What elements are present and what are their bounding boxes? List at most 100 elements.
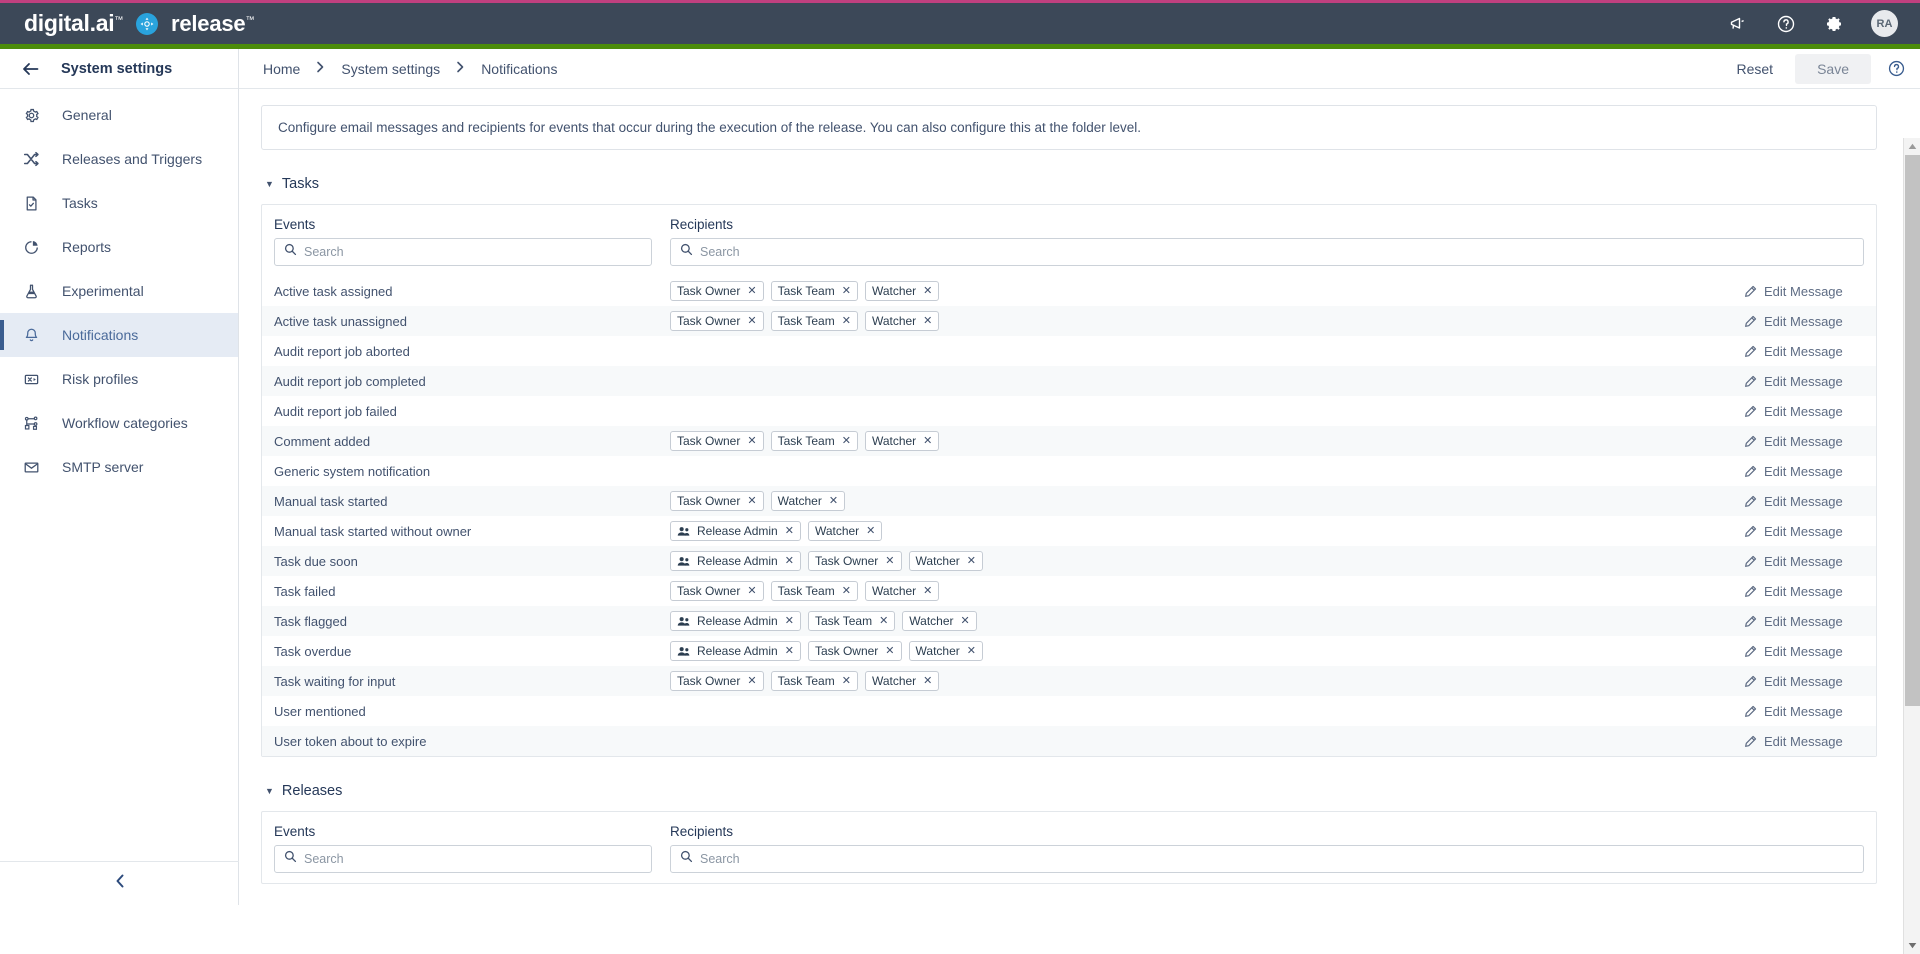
recipients-cell[interactable]: Task Owner✕Watcher✕ bbox=[670, 488, 1744, 514]
chip-remove-icon[interactable]: ✕ bbox=[923, 286, 932, 297]
recipients-cell[interactable] bbox=[670, 708, 1744, 714]
recipient-chip[interactable]: Release Admin✕ bbox=[670, 521, 801, 541]
edit-message-button[interactable]: Edit Message bbox=[1744, 284, 1876, 299]
chip-remove-icon[interactable]: ✕ bbox=[842, 676, 851, 687]
sidebar-item-releases-and-triggers[interactable]: Releases and Triggers bbox=[0, 137, 238, 181]
chip-remove-icon[interactable]: ✕ bbox=[879, 616, 888, 627]
recipient-chip[interactable]: Task Team✕ bbox=[771, 431, 858, 451]
chip-remove-icon[interactable]: ✕ bbox=[885, 646, 894, 657]
recipient-chip[interactable]: Watcher✕ bbox=[865, 431, 939, 451]
recipient-chip[interactable]: Release Admin✕ bbox=[670, 611, 801, 631]
edit-message-button[interactable]: Edit Message bbox=[1744, 554, 1876, 569]
edit-message-button[interactable]: Edit Message bbox=[1744, 344, 1876, 359]
recipient-chip[interactable]: Task Team✕ bbox=[771, 311, 858, 331]
recipient-chip[interactable]: Task Owner✕ bbox=[670, 431, 764, 451]
chip-remove-icon[interactable]: ✕ bbox=[785, 556, 794, 567]
chip-remove-icon[interactable]: ✕ bbox=[842, 436, 851, 447]
sidebar-collapse-button[interactable] bbox=[0, 861, 239, 905]
recipients-cell[interactable]: Task Owner✕ Task Team✕ Watcher✕ bbox=[670, 428, 1744, 454]
scroll-down-arrow-icon[interactable] bbox=[1904, 937, 1920, 954]
chip-remove-icon[interactable]: ✕ bbox=[747, 286, 756, 297]
recipient-chip[interactable]: Task Owner✕ bbox=[670, 491, 764, 511]
recipient-chip[interactable]: Task Owner✕ bbox=[808, 551, 902, 571]
recipients-search-input[interactable]: Search bbox=[670, 238, 1864, 266]
sidebar-item-notifications[interactable]: Notifications bbox=[0, 313, 238, 357]
avatar[interactable]: RA bbox=[1871, 10, 1898, 37]
recipients-cell[interactable] bbox=[670, 738, 1744, 744]
settings-scroll-area[interactable]: Configure email messages and recipients … bbox=[239, 89, 1920, 905]
recipients-cell[interactable]: Release Admin✕Task Owner✕Watcher✕ bbox=[670, 548, 1744, 574]
chip-remove-icon[interactable]: ✕ bbox=[967, 556, 976, 567]
chip-remove-icon[interactable]: ✕ bbox=[923, 316, 932, 327]
breadcrumb-item-home[interactable]: Home bbox=[263, 61, 300, 77]
sidebar-item-smtp-server[interactable]: SMTP server bbox=[0, 445, 238, 489]
edit-message-button[interactable]: Edit Message bbox=[1744, 614, 1876, 629]
save-button[interactable]: Save bbox=[1795, 54, 1871, 84]
chip-remove-icon[interactable]: ✕ bbox=[747, 586, 756, 597]
sidebar-item-experimental[interactable]: Experimental bbox=[0, 269, 238, 313]
help-circle-icon[interactable] bbox=[1775, 13, 1797, 35]
announcements-icon[interactable] bbox=[1727, 13, 1749, 35]
recipient-chip[interactable]: Watcher✕ bbox=[865, 581, 939, 601]
section-header-tasks[interactable]: ▼ Tasks bbox=[265, 176, 1877, 192]
chip-remove-icon[interactable]: ✕ bbox=[829, 496, 838, 507]
recipient-chip[interactable]: Watcher✕ bbox=[808, 521, 882, 541]
recipients-cell[interactable]: Task Owner✕Task Team✕Watcher✕ bbox=[670, 308, 1744, 334]
recipients-cell[interactable]: Task Owner✕Task Team✕Watcher✕ bbox=[670, 278, 1744, 304]
arrow-left-icon[interactable] bbox=[22, 62, 39, 76]
recipients-cell[interactable] bbox=[670, 468, 1744, 474]
chip-remove-icon[interactable]: ✕ bbox=[923, 586, 932, 597]
chip-remove-icon[interactable]: ✕ bbox=[747, 676, 756, 687]
edit-message-button[interactable]: Edit Message bbox=[1744, 314, 1876, 329]
sidebar-item-reports[interactable]: Reports bbox=[0, 225, 238, 269]
sidebar-item-general[interactable]: General bbox=[0, 93, 238, 137]
recipient-chip[interactable]: Watcher✕ bbox=[865, 281, 939, 301]
edit-message-button[interactable]: Edit Message bbox=[1744, 404, 1876, 419]
recipients-cell[interactable]: Task Owner✕ Task Team✕ Watcher✕ bbox=[670, 668, 1744, 694]
chip-remove-icon[interactable]: ✕ bbox=[842, 286, 851, 297]
events-search-input[interactable]: Search bbox=[274, 238, 652, 266]
scrollbar-thumb[interactable] bbox=[1905, 155, 1920, 706]
chip-remove-icon[interactable]: ✕ bbox=[866, 526, 875, 537]
edit-message-button[interactable]: Edit Message bbox=[1744, 374, 1876, 389]
recipient-chip[interactable]: Task Owner✕ bbox=[670, 311, 764, 331]
gear-icon[interactable] bbox=[1823, 13, 1845, 35]
recipient-chip[interactable]: Task Team✕ bbox=[771, 581, 858, 601]
chip-remove-icon[interactable]: ✕ bbox=[961, 616, 970, 627]
edit-message-button[interactable]: Edit Message bbox=[1744, 734, 1876, 749]
breadcrumb-item-system-settings[interactable]: System settings bbox=[341, 61, 440, 77]
section-header-releases[interactable]: ▼ Releases bbox=[265, 783, 1877, 799]
recipient-chip[interactable]: Watcher✕ bbox=[902, 611, 976, 631]
recipients-cell[interactable]: Release Admin✕Task Owner✕Watcher✕ bbox=[670, 638, 1744, 664]
recipient-chip[interactable]: Watcher✕ bbox=[909, 551, 983, 571]
recipient-chip[interactable]: Watcher✕ bbox=[865, 671, 939, 691]
recipients-cell[interactable]: Release Admin✕ Watcher✕ bbox=[670, 518, 1744, 544]
reset-button[interactable]: Reset bbox=[1721, 54, 1790, 84]
sidebar-item-tasks[interactable]: Tasks bbox=[0, 181, 238, 225]
edit-message-button[interactable]: Edit Message bbox=[1744, 704, 1876, 719]
edit-message-button[interactable]: Edit Message bbox=[1744, 434, 1876, 449]
chip-remove-icon[interactable]: ✕ bbox=[885, 556, 894, 567]
events-search-input[interactable]: Search bbox=[274, 845, 652, 873]
chip-remove-icon[interactable]: ✕ bbox=[842, 586, 851, 597]
vertical-scrollbar[interactable] bbox=[1903, 138, 1920, 954]
scroll-up-arrow-icon[interactable] bbox=[1904, 138, 1920, 155]
chip-remove-icon[interactable]: ✕ bbox=[923, 436, 932, 447]
recipients-cell[interactable]: Task Owner✕ Task Team✕ Watcher✕ bbox=[670, 578, 1744, 604]
edit-message-button[interactable]: Edit Message bbox=[1744, 644, 1876, 659]
recipient-chip[interactable]: Task Team✕ bbox=[771, 671, 858, 691]
recipients-cell[interactable]: Release Admin✕ Task Team✕ Watcher✕ bbox=[670, 608, 1744, 634]
recipients-search-input[interactable]: Search bbox=[670, 845, 1864, 873]
recipients-cell[interactable] bbox=[670, 408, 1744, 414]
recipient-chip[interactable]: Task Owner✕ bbox=[670, 671, 764, 691]
chip-remove-icon[interactable]: ✕ bbox=[785, 616, 794, 627]
chip-remove-icon[interactable]: ✕ bbox=[747, 436, 756, 447]
recipient-chip[interactable]: Task Team✕ bbox=[808, 611, 895, 631]
chip-remove-icon[interactable]: ✕ bbox=[785, 526, 794, 537]
recipient-chip[interactable]: Task Owner✕ bbox=[808, 641, 902, 661]
recipient-chip[interactable]: Task Owner✕ bbox=[670, 581, 764, 601]
brand-logo[interactable]: digital.ai™ release™ bbox=[0, 10, 254, 37]
edit-message-button[interactable]: Edit Message bbox=[1744, 494, 1876, 509]
edit-message-button[interactable]: Edit Message bbox=[1744, 674, 1876, 689]
recipient-chip[interactable]: Release Admin✕ bbox=[670, 641, 801, 661]
